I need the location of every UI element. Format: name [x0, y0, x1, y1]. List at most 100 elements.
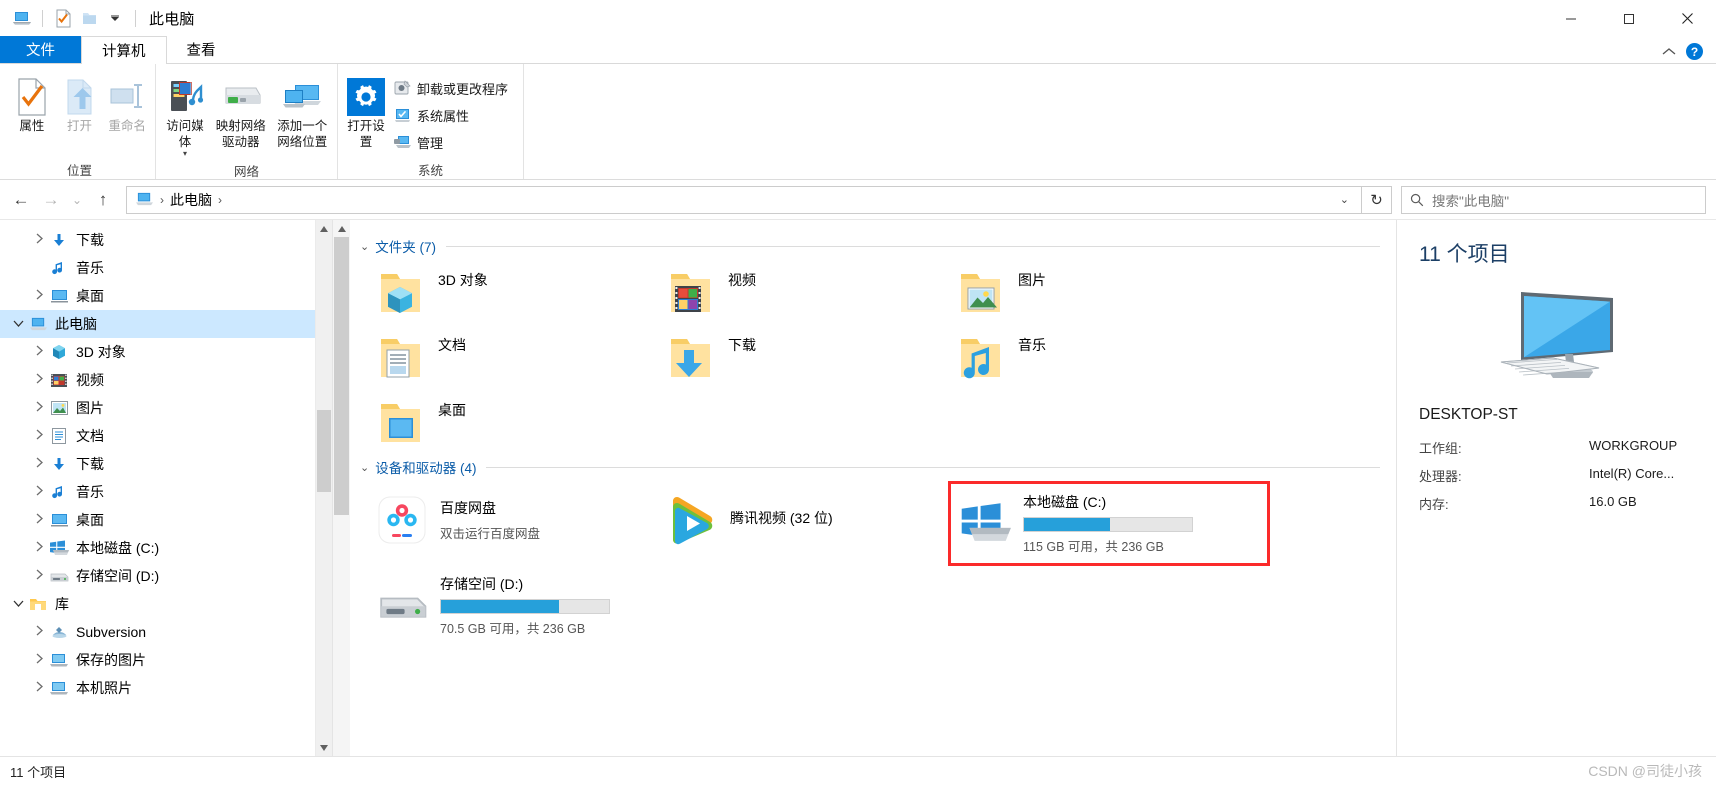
- downloads-icon: [48, 231, 70, 249]
- collapse-ribbon-icon[interactable]: [1662, 45, 1676, 59]
- minimize-button[interactable]: [1542, 0, 1600, 37]
- maximize-button[interactable]: [1600, 0, 1658, 37]
- desktop-computer-icon: [1419, 284, 1696, 392]
- sidebar-item-4[interactable]: 3D 对象: [0, 338, 332, 366]
- folder-tile[interactable]: 桌面: [368, 390, 658, 455]
- new-folder-icon[interactable]: [76, 6, 102, 32]
- chevron-right-icon[interactable]: [31, 569, 48, 583]
- breadcrumb-dropdown-icon[interactable]: ⌄: [1332, 193, 1357, 206]
- chevron-right-icon[interactable]: [31, 513, 48, 527]
- chevron-right-icon[interactable]: [31, 485, 48, 499]
- ribbon-button-access-media[interactable]: 访问媒体 ▾: [160, 72, 210, 161]
- chevron-down-icon[interactable]: [10, 598, 27, 610]
- sidebar-item-2[interactable]: 桌面: [0, 282, 332, 310]
- chevron-right-icon[interactable]: [31, 373, 48, 387]
- breadcrumb-separator-1[interactable]: ›: [154, 193, 170, 207]
- breadcrumb-item-this-pc[interactable]: 此电脑: [170, 190, 212, 210]
- help-button[interactable]: ?: [1686, 43, 1703, 60]
- ribbon-button-uninstall-program[interactable]: 卸载或更改程序: [390, 76, 514, 100]
- chevron-right-icon[interactable]: [31, 457, 48, 471]
- chevron-down-icon[interactable]: [10, 318, 27, 330]
- drive-subtext: 115 GB 可用，共 236 GB: [1023, 540, 1164, 554]
- tab-computer[interactable]: 计算机: [81, 36, 167, 64]
- chevron-right-icon[interactable]: [31, 345, 48, 359]
- sidebar-item-8[interactable]: 下载: [0, 450, 332, 478]
- sidebar-item-12[interactable]: 存储空间 (D:): [0, 562, 332, 590]
- refresh-button[interactable]: ↻: [1362, 185, 1392, 214]
- drive-tile[interactable]: 存储空间 (D:) 70.5 GB 可用，共 236 GB: [368, 566, 658, 644]
- sidebar-item-11[interactable]: 本地磁盘 (C:): [0, 534, 332, 562]
- folder-tile[interactable]: 下载: [658, 325, 948, 390]
- window-controls: [1542, 0, 1716, 37]
- sidebar-item-7[interactable]: 文档: [0, 422, 332, 450]
- sidebar-item-9[interactable]: 音乐: [0, 478, 332, 506]
- content-scrollbar-thumb[interactable]: [334, 237, 349, 515]
- sidebar-item-label: 音乐: [76, 260, 104, 276]
- folder-tile-label: 图片: [1018, 272, 1046, 288]
- sidebar-item-6[interactable]: 图片: [0, 394, 332, 422]
- sidebar-item-label: 存储空间 (D:): [76, 568, 160, 584]
- breadcrumb[interactable]: › 此电脑 › ⌄: [126, 185, 1362, 214]
- forward-button[interactable]: →: [36, 185, 66, 215]
- breadcrumb-separator-2[interactable]: ›: [212, 193, 228, 207]
- sidebar-item-3[interactable]: 此电脑: [0, 310, 332, 338]
- ribbon-button-map-drive-label: 映射网络驱动器: [215, 119, 266, 149]
- sidebar-item-13[interactable]: 库: [0, 590, 332, 618]
- content-scrollbar[interactable]: [333, 220, 350, 756]
- customize-qat-caret-icon[interactable]: [102, 6, 128, 32]
- search-box[interactable]: 搜索"此电脑": [1401, 185, 1706, 214]
- properties-check-icon[interactable]: [50, 6, 76, 32]
- ribbon-button-properties[interactable]: 属性: [8, 72, 56, 138]
- folder-tile[interactable]: 3D 对象: [368, 260, 658, 325]
- nav-scroll-up-icon[interactable]: [316, 220, 332, 237]
- navigation-scrollbar[interactable]: [315, 220, 332, 756]
- sidebar-item-1[interactable]: 音乐: [0, 254, 332, 282]
- recent-locations-button[interactable]: ⌄: [66, 185, 88, 215]
- ribbon-button-open[interactable]: 打开: [56, 72, 104, 138]
- chevron-right-icon[interactable]: [31, 625, 48, 639]
- ribbon-button-uninstall-program-label: 卸载或更改程序: [417, 81, 509, 97]
- sidebar-item-10[interactable]: 桌面: [0, 506, 332, 534]
- folder-tile[interactable]: 文档: [368, 325, 658, 390]
- ribbon-button-rename[interactable]: 重命名: [103, 72, 151, 138]
- sidebar-item-14[interactable]: Subversion: [0, 618, 332, 646]
- chevron-down-icon[interactable]: ⌄: [360, 461, 369, 474]
- close-button[interactable]: [1658, 0, 1716, 37]
- up-button[interactable]: ↑: [88, 185, 118, 215]
- sidebar-item-16[interactable]: 本机照片: [0, 674, 332, 702]
- chevron-right-icon[interactable]: [31, 653, 48, 667]
- content-scroll-up-icon[interactable]: [333, 220, 350, 237]
- sidebar-item-0[interactable]: 下载: [0, 226, 332, 254]
- chevron-right-icon[interactable]: [31, 541, 48, 555]
- ribbon-button-open-settings[interactable]: 打开设置: [342, 72, 390, 153]
- tab-file[interactable]: 文件: [0, 36, 81, 63]
- tab-view[interactable]: 查看: [167, 36, 236, 63]
- sidebar-item-5[interactable]: 视频: [0, 366, 332, 394]
- search-input[interactable]: 搜索"此电脑": [1432, 190, 1509, 210]
- folder-tile[interactable]: 音乐: [948, 325, 1238, 390]
- drive-tile-highlighted[interactable]: 本地磁盘 (C:) 115 GB 可用，共 236 GB: [948, 481, 1270, 566]
- qat-divider-1: [42, 10, 43, 27]
- folder-tile[interactable]: 视频: [658, 260, 948, 325]
- ribbon-button-system-properties[interactable]: 系统属性: [390, 103, 514, 127]
- drive-tile[interactable]: 百度网盘 双击运行百度网盘: [368, 481, 658, 559]
- nav-scroll-down-icon[interactable]: [316, 739, 332, 756]
- chevron-right-icon[interactable]: [31, 233, 48, 247]
- ribbon-button-manage[interactable]: 管理: [390, 130, 514, 154]
- chevron-down-icon[interactable]: ⌄: [360, 240, 369, 253]
- group-header-devices[interactable]: ⌄ 设备和驱动器 (4): [360, 457, 1396, 477]
- this-pc-icon[interactable]: [9, 6, 35, 32]
- group-header-folders[interactable]: ⌄ 文件夹 (7): [360, 236, 1396, 256]
- drive-tile[interactable]: 腾讯视频 (32 位): [658, 481, 948, 559]
- nav-scrollbar-thumb[interactable]: [317, 410, 331, 492]
- folder-tile[interactable]: 图片: [948, 260, 1238, 325]
- ribbon-button-add-network-location[interactable]: 添加一个网络位置: [272, 72, 334, 153]
- chevron-right-icon[interactable]: [31, 289, 48, 303]
- chevron-right-icon[interactable]: [31, 681, 48, 695]
- back-button[interactable]: ←: [6, 185, 36, 215]
- ribbon-button-map-drive[interactable]: 映射网络驱动器: [210, 72, 272, 153]
- chevron-right-icon[interactable]: [31, 401, 48, 415]
- chevron-down-icon[interactable]: ▾: [183, 150, 187, 158]
- chevron-right-icon[interactable]: [31, 429, 48, 443]
- sidebar-item-15[interactable]: 保存的图片: [0, 646, 332, 674]
